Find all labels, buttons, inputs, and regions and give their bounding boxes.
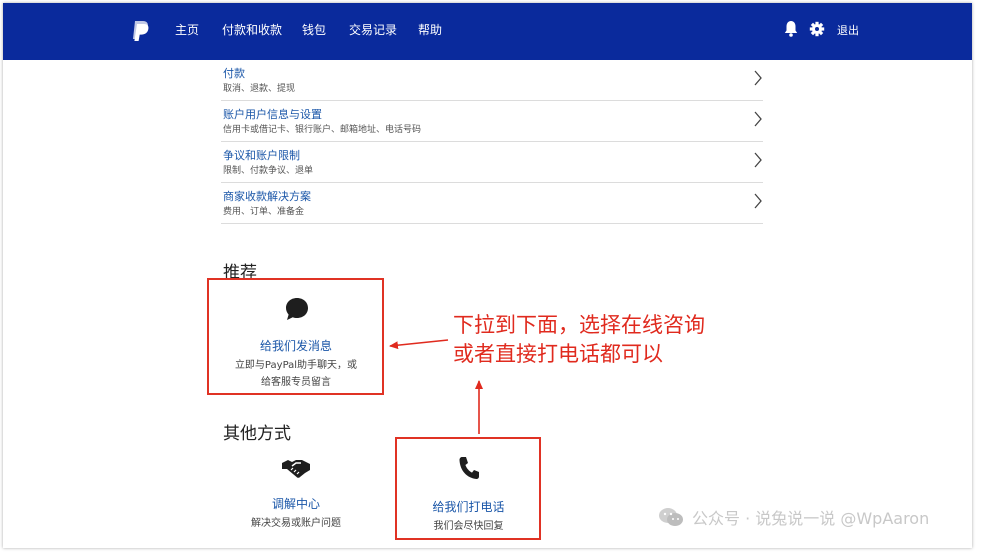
watermark-text: 公众号 · 说兔说一说 @WpAaron [692, 509, 930, 528]
annotation-line: 下拉到下面，选择在线咨询 [453, 313, 705, 337]
arrow-to-message-card [389, 339, 449, 350]
browser-page: 主页 付款和收款 钱包 交易记录 帮助 退出 付款 取消、退款、提现 账户用户信… [3, 3, 972, 548]
annotation-line: 或者直接打电话都可以 [453, 342, 663, 366]
wechat-icon [659, 508, 683, 526]
annotation-text: 下拉到下面，选择在线咨询 或者直接打电话都可以 [453, 311, 705, 369]
watermark: 公众号 · 说兔说一说 @WpAaron [658, 505, 929, 529]
annotation-arrows [389, 339, 483, 434]
